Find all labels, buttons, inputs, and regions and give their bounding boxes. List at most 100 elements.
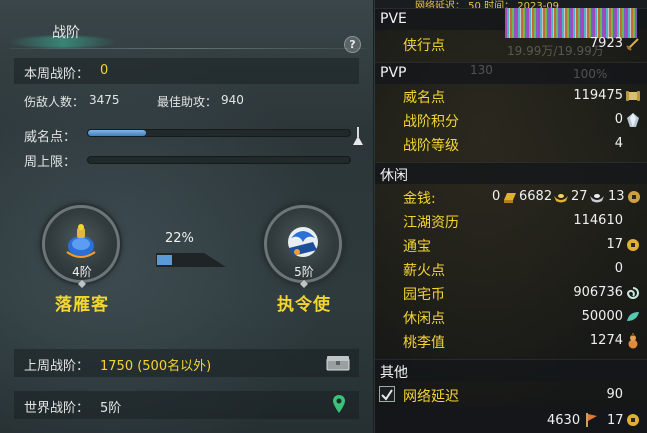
weekly-limit-label: 周上限： [24,155,77,170]
leisure-item-value: 0 [614,261,623,276]
weekly-rank-row: 本周战阶： 0 [14,58,359,84]
swirl-icon [626,287,639,299]
upgrade-percent: 22% [165,231,194,246]
coin-value: 13 [608,189,625,204]
world-rank-value: 5阶 [100,401,122,416]
money-label: 金钱: [403,191,436,207]
location-pin-icon[interactable] [332,394,346,414]
crystal-icon [627,113,639,127]
pvp-item-label: 战阶等级 [403,138,459,154]
battle-rank-panel: 战阶 ? 本周战阶： 0 伤敌人数： 3475 最佳助攻： 940 威名点： 周… [0,0,374,433]
background-text: 100% [573,67,608,81]
leaf-icon [627,312,639,321]
kills-label: 伤敌人数： [24,95,85,109]
gourd-icon [628,333,638,349]
section-leisure-label: 休闲 [380,168,408,184]
pvp-item-value: 0 [614,112,623,127]
last-week-label: 上周战阶： [24,359,90,374]
coin-icon [627,414,639,426]
world-rank-row: 世界战阶： 5阶 [14,391,359,419]
pve-item-value: 7923 [589,36,623,51]
gold-brick-icon [504,193,516,203]
top-status-text: 网络延迟： 50 时间： 2023-09 [415,1,560,8]
help-icon[interactable]: ? [344,36,361,53]
next-rank-name: 执令使 [277,295,331,315]
best-assist-label: 最佳助攻： [157,95,218,109]
prestige-label: 威名点： [24,130,77,145]
pve-item-label: 侠行点 [403,38,445,54]
other-item-0: 网络延迟 90 [375,383,647,407]
leisure-item-value: 114610 [573,213,623,228]
leisure-item-1: 通宝 17 [375,233,647,257]
leisure-item-3: 园宅币 906736 [375,281,647,305]
leisure-item-value: 906736 [573,285,623,300]
last-week-value: 1750 (500名以外) [100,359,212,374]
money-row: 金钱: 0 6682 27 13 [375,185,647,209]
bottom-value-1: 4630 [547,413,581,428]
diamond-icon [300,280,308,288]
gold-ingot-value: 6682 [519,189,553,204]
leisure-item-0: 江湖资历 114610 [375,209,647,233]
kills-value: 3475 [89,93,120,107]
prestige-bar [87,129,351,137]
pvp-item-1: 战阶积分 0 [375,108,647,132]
other-item-value: 90 [606,387,623,402]
copper-coin-icon [628,191,640,203]
diamond-icon [78,280,86,288]
silver-ingot-value: 27 [571,189,588,204]
top-status-strip: 网络延迟： 50 时间： 2023-09 [375,0,647,8]
section-leisure: 休闲 [375,162,647,184]
gold-brick-value: 0 [492,189,501,204]
upgrade-progress-arrow [156,253,226,267]
section-pve-label: PVE [380,11,407,27]
bottom-value-2: 17 [607,413,624,428]
last-week-row: 上周战阶： 1750 (500名以外) [14,349,359,377]
reward-chest-icon[interactable] [326,355,350,371]
background-text: 130 [470,63,493,77]
leisure-item-label: 通宝 [403,239,431,255]
coin-icon [627,239,639,251]
section-other-label: 其他 [380,365,408,381]
current-rank-name: 落雁客 [55,295,109,315]
leisure-item-label: 江湖资历 [403,215,459,231]
currency-panel: 网络延迟： 50 时间： 2023-09 PVE 19.99万/19.99万 侠… [375,0,647,433]
bar-cap-marker-icon [353,127,363,145]
current-rank-level: 4阶 [72,265,92,279]
section-pvp-label: PVP [380,65,407,81]
leisure-item-4: 休闲点 50000 [375,305,647,329]
pvp-item-value: 119475 [573,88,623,103]
leisure-item-2: 薪火点 0 [375,257,647,281]
other-item-label: 网络延迟 [403,389,459,405]
pvp-item-value: 4 [614,136,623,151]
weekly-rank-value: 0 [100,63,109,78]
scroll-icon [626,91,640,101]
best-assist-value: 940 [221,93,244,107]
bottom-status-strip: 4630 17 [375,407,647,433]
world-rank-label: 世界战阶： [24,401,90,416]
panel-title: 战阶 [52,25,80,41]
sword-icon [626,38,639,51]
weekly-rank-label: 本周战阶： [24,67,90,82]
header-divider [10,48,365,49]
flag-icon [586,413,597,427]
pvp-item-0: 威名点 119475 [375,84,647,108]
pve-item-0: 侠行点 7923 [375,32,647,56]
gold-ingot-icon [554,194,568,203]
prestige-bar-fill [88,130,146,136]
leisure-item-5: 桃李值 1274 [375,329,647,353]
panel-header: 战阶 ? [0,14,374,53]
leisure-item-label: 桃李值 [403,335,445,351]
silver-ingot-icon [590,194,604,203]
section-pvp: PVP 130 100% [375,62,647,84]
pvp-item-2: 战阶等级 4 [375,132,647,156]
leisure-item-label: 园宅币 [403,287,445,303]
leisure-item-value: 17 [606,237,623,252]
pvp-item-label: 战阶积分 [403,114,459,130]
pvp-item-label: 威名点 [403,90,445,106]
leisure-item-value: 50000 [581,309,623,324]
next-rank-level: 5阶 [294,265,314,279]
weekly-limit-bar [87,156,351,164]
section-other: 其他 [375,359,647,381]
leisure-item-label: 休闲点 [403,311,445,327]
leisure-item-value: 1274 [589,333,623,348]
